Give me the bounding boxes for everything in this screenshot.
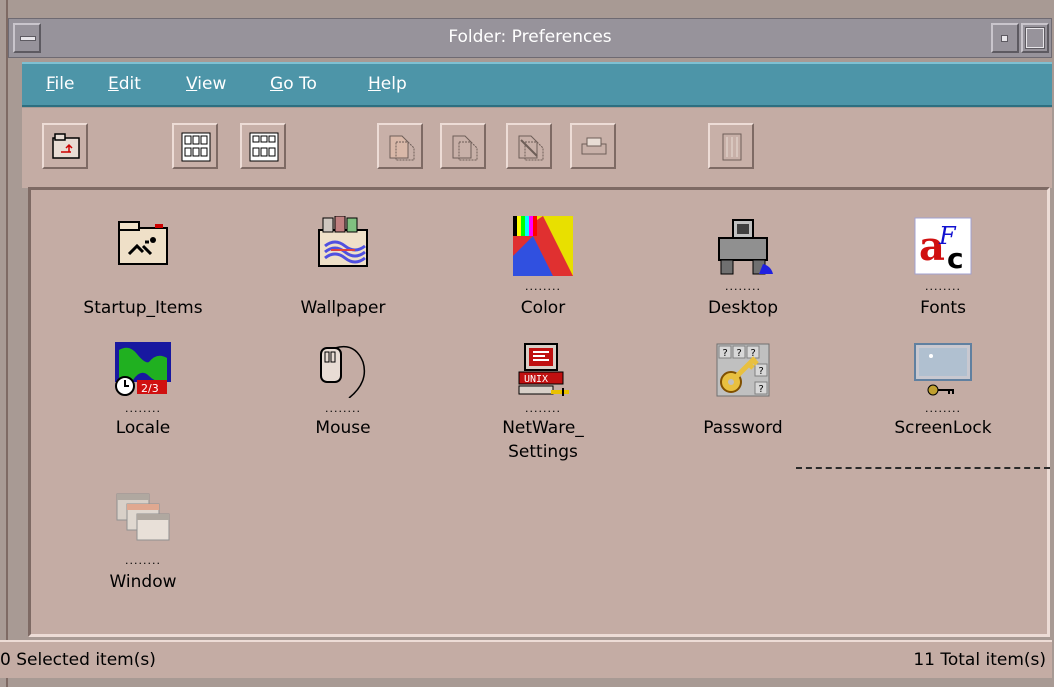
status-bar: 0 Selected item(s) 11 Total item(s): [0, 640, 1052, 678]
item-locale[interactable]: 2/3 ........ Locale: [63, 342, 223, 462]
color-icon: [513, 216, 573, 276]
item-dots: ........: [125, 554, 161, 567]
svg-text:UNIX: UNIX: [524, 374, 548, 385]
svg-text:?: ?: [758, 366, 764, 377]
drag-guide-line: [796, 467, 1050, 469]
list-view-icon: [249, 132, 279, 162]
copy-icon: [389, 135, 415, 161]
mouse-icon: [320, 345, 366, 398]
svg-text:?: ?: [758, 384, 764, 395]
screenlock-icon: [914, 343, 972, 396]
trash-button[interactable]: [708, 123, 754, 169]
item-startup-items[interactable]: Startup_Items: [63, 216, 223, 336]
item-dots: ........: [925, 402, 961, 415]
folder-up-button[interactable]: [42, 123, 88, 169]
print-icon: [581, 137, 607, 155]
window-left-border[interactable]: [0, 0, 8, 687]
svg-text:?: ?: [722, 348, 728, 359]
item-label-line2: Settings: [508, 442, 578, 462]
maximize-button[interactable]: [1021, 23, 1049, 53]
icon-view-icon: [181, 132, 211, 162]
folder-up-icon: [52, 133, 80, 159]
item-dots: ........: [725, 280, 761, 293]
item-label: Color: [520, 298, 566, 318]
svg-text:c: c: [947, 242, 964, 275]
svg-text:?: ?: [736, 348, 742, 359]
netware-icon: UNIX: [518, 343, 569, 396]
item-desktop[interactable]: ........ Desktop: [663, 216, 823, 336]
menu-bar: File Edit View Go To Help: [22, 62, 1052, 107]
link-button[interactable]: [506, 123, 552, 169]
startup-items-icon: [118, 221, 168, 265]
folder-content[interactable]: Startup_Items Wallpaper ........ Color .…: [28, 187, 1050, 637]
window-title: Folder: Preferences: [448, 27, 612, 47]
total-count: 11 Total item(s): [913, 650, 1046, 670]
move-icon: [452, 135, 478, 161]
menu-file[interactable]: File: [46, 74, 74, 94]
password-icon: ? ? ? ? ?: [716, 343, 770, 397]
item-label: Wallpaper: [300, 298, 386, 318]
minimize-icon: [1001, 35, 1008, 42]
item-label: ScreenLock: [894, 418, 992, 438]
maximize-icon: [1025, 27, 1045, 49]
item-label: NetWare_: [502, 418, 584, 438]
item-label: Startup_Items: [83, 298, 203, 318]
item-label: Password: [703, 418, 783, 438]
item-dots: ........: [125, 402, 161, 415]
desktop-icon: [718, 219, 773, 275]
menu-view[interactable]: View: [186, 74, 226, 94]
window-icon: [116, 493, 170, 541]
item-dots: ........: [325, 402, 361, 415]
minimize-button[interactable]: [991, 23, 1019, 53]
toolbar: [22, 108, 1052, 188]
copy-button[interactable]: [377, 123, 423, 169]
item-label: Locale: [115, 418, 171, 438]
item-dots: ........: [525, 402, 561, 415]
svg-text:2/3: 2/3: [141, 382, 159, 395]
item-color[interactable]: ........ Color: [463, 216, 623, 336]
wallpaper-icon: [318, 216, 368, 267]
item-mouse[interactable]: ........ Mouse: [263, 342, 423, 462]
item-dots: ........: [525, 280, 561, 293]
item-password[interactable]: ? ? ? ? ? Password: [663, 342, 823, 462]
item-label: Desktop: [707, 298, 779, 318]
item-screenlock[interactable]: ........ ScreenLock: [863, 342, 1023, 462]
item-window[interactable]: ........ Window: [63, 490, 223, 610]
item-label: Window: [109, 572, 177, 592]
item-fonts[interactable]: a F c ........ Fonts: [863, 216, 1023, 336]
item-wallpaper[interactable]: Wallpaper: [263, 216, 423, 336]
trash-icon: [722, 133, 742, 161]
icon-view-button[interactable]: [172, 123, 218, 169]
selected-count: 0 Selected item(s): [0, 650, 156, 670]
item-label: Fonts: [920, 298, 966, 318]
locale-icon: 2/3: [115, 342, 171, 396]
link-icon: [518, 135, 544, 161]
item-dots: ........: [925, 280, 961, 293]
fonts-icon: a F c: [914, 217, 972, 275]
list-view-button[interactable]: [240, 123, 286, 169]
title-bar[interactable]: Folder: Preferences: [8, 18, 1052, 58]
menu-edit[interactable]: Edit: [108, 74, 141, 94]
menu-help[interactable]: Help: [368, 74, 407, 94]
item-netware-settings[interactable]: UNIX ........ NetWare_ Settings: [463, 342, 623, 462]
menu-goto[interactable]: Go To: [270, 74, 317, 94]
item-label: Mouse: [315, 418, 371, 438]
move-button[interactable]: [440, 123, 486, 169]
print-button[interactable]: [570, 123, 616, 169]
